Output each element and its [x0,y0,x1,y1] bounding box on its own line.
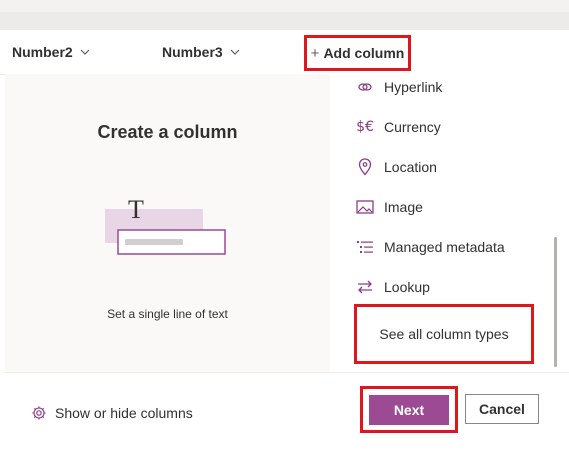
column-type-label: Location [384,159,437,175]
column-header-label: Number2 [12,44,73,60]
scrollbar-thumb[interactable] [554,237,557,367]
column-type-label: Lookup [384,279,430,295]
gear-icon [32,406,46,420]
column-type-description: Set a single line of text [107,307,228,321]
next-button-highlight: Next [360,386,458,433]
column-type-label: Currency [384,119,441,135]
panel-footer: Show or hide columns Next Cancel [5,373,569,457]
add-column-label: Add column [323,45,405,61]
chevron-down-icon [80,49,90,55]
column-type-currency[interactable]: $€ Currency [356,115,441,139]
column-header-number2[interactable]: Number2 [12,44,91,60]
plus-icon: + [310,44,320,62]
column-type-scrollbar[interactable] [552,74,560,372]
page: Number2 Number3 + Add column Create a co… [0,0,569,457]
column-header-number3[interactable]: Number3 [162,44,241,60]
column-type-label: Hyperlink [384,79,443,95]
currency-icon: $€ [356,118,374,136]
chevron-down-icon [230,49,240,55]
location-pin-icon [356,158,374,176]
column-type-managed-metadata[interactable]: Managed metadata [356,235,505,259]
column-type-hyperlink[interactable]: Hyperlink [356,75,442,99]
currency-glyph: $€ [356,119,374,135]
managed-metadata-icon [356,238,374,256]
see-all-label: See all column types [379,326,509,342]
illustration-glyph: T [128,195,144,224]
column-type-label: Managed metadata [384,239,505,255]
lookup-icon [356,278,374,296]
column-type-location[interactable]: Location [356,155,437,179]
column-type-label: Image [384,199,423,215]
column-type-image[interactable]: Image [356,195,423,219]
image-icon [356,198,374,216]
link-icon [356,78,374,96]
panel-title: Create a column [97,122,238,142]
top-strip [0,0,569,30]
next-button[interactable]: Next [369,394,449,425]
column-header-label: Number3 [162,44,223,60]
top-strip-band [0,12,569,30]
text-field-illustration: T [105,195,226,255]
cancel-button[interactable]: Cancel [465,394,539,424]
show-hide-label: Show or hide columns [55,405,193,421]
preview-pane: Create a column T Set a single line of t… [5,74,330,372]
show-hide-columns-link[interactable]: Show or hide columns [31,405,193,421]
column-type-lookup[interactable]: Lookup [356,275,430,299]
add-column-button[interactable]: + Add column [304,35,411,71]
see-all-column-types-button[interactable]: See all column types [354,304,534,364]
column-header-row: Number2 Number3 [0,30,569,75]
